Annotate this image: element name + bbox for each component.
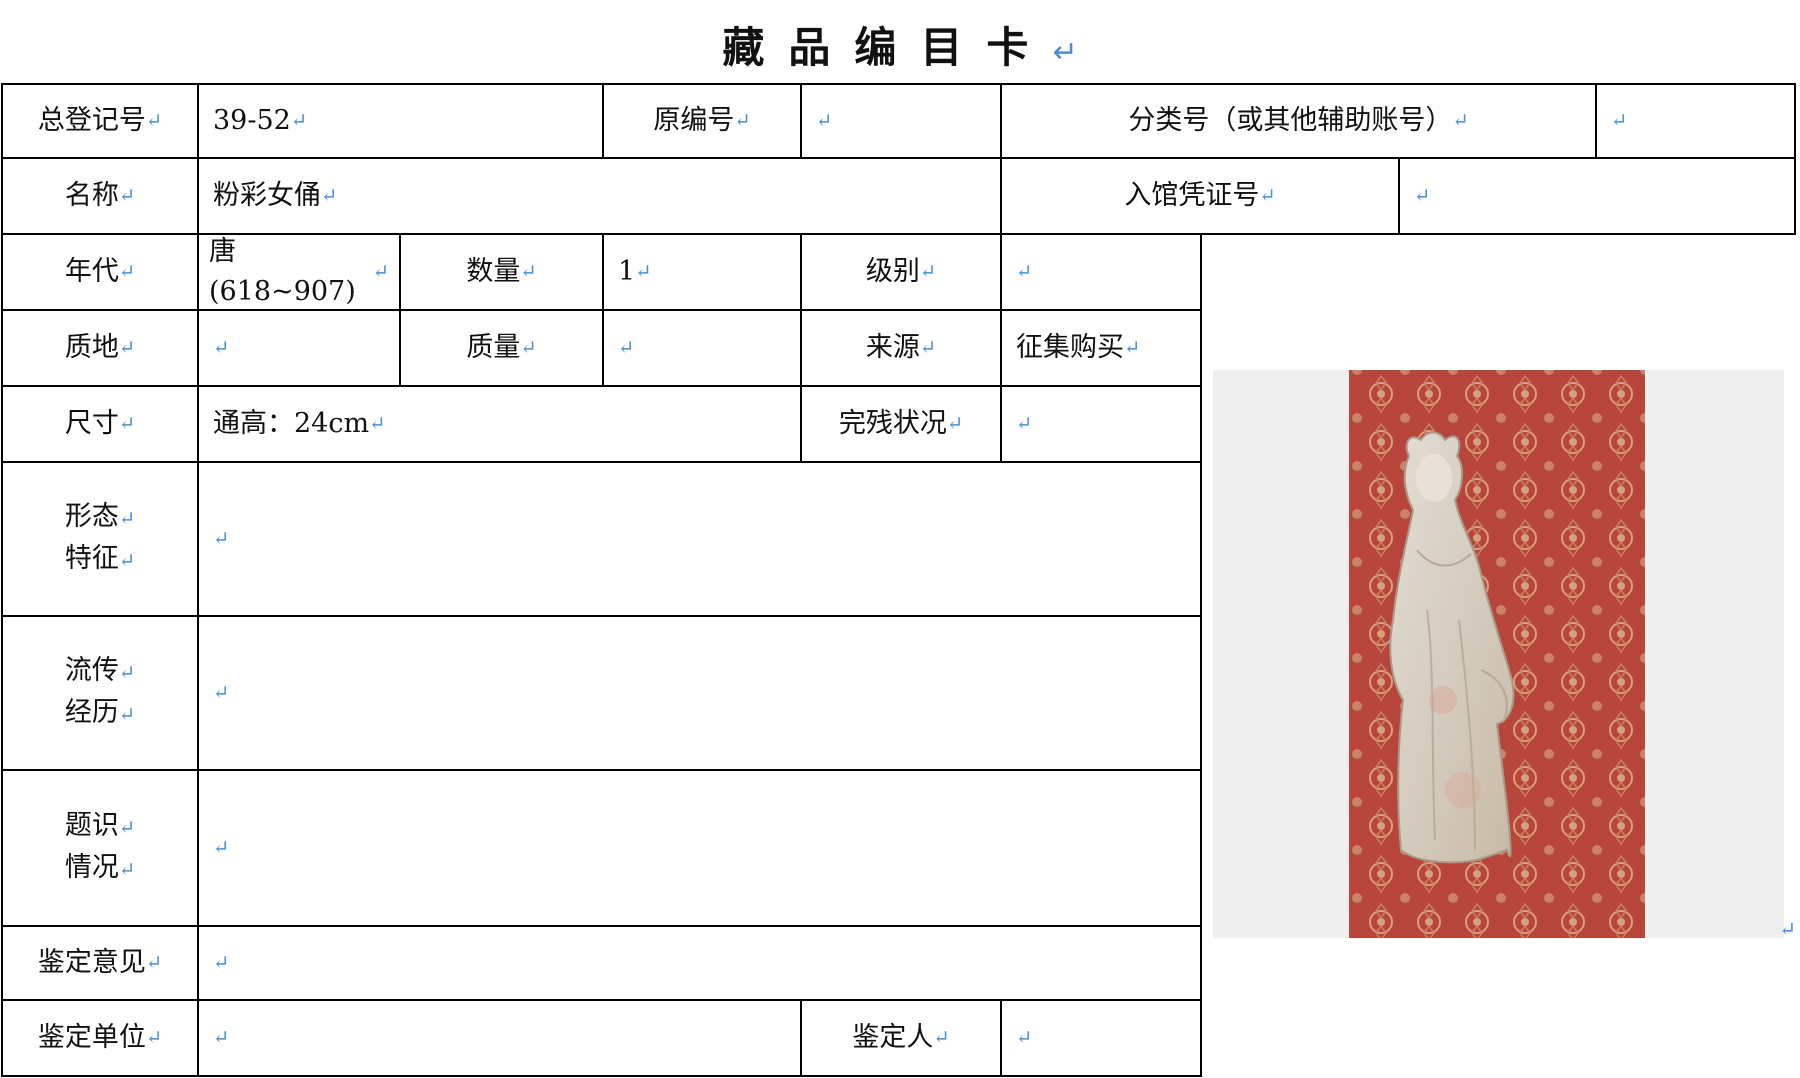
period-label: 年代 ↵ (1, 233, 199, 311)
registration-no-label: 总登记号 ↵ (1, 83, 199, 159)
paragraph-mark: ↵ (1779, 917, 1796, 941)
name-value[interactable]: 粉彩女俑 ↵ (197, 157, 1002, 235)
appraiser-value[interactable]: ↵ (1000, 999, 1202, 1077)
condition-label: 完残状况 ↵ (800, 385, 1002, 463)
provenance-label: 流传↵ 经历↵ (1, 615, 199, 771)
figurine-image (1349, 370, 1645, 938)
appraisal-unit-label: 鉴定单位 ↵ (1, 999, 199, 1077)
form-features-value[interactable]: ↵ (197, 461, 1202, 617)
name-label: 名称 ↵ (1, 157, 199, 235)
card-title: 藏品编目卡↵ (722, 23, 1078, 72)
original-no-label: 原编号 ↵ (602, 83, 802, 159)
inscriptions-value[interactable]: ↵ (197, 769, 1202, 927)
dimensions-label: 尺寸 ↵ (1, 385, 199, 463)
provenance-value[interactable]: ↵ (197, 615, 1202, 771)
artifact-photo (1213, 370, 1784, 938)
period-value[interactable]: 唐(618~907) ↵ (197, 233, 401, 311)
quantity-value[interactable]: 1 ↵ (602, 233, 802, 311)
mass-label: 质量 ↵ (399, 309, 604, 387)
dimensions-value[interactable]: 通高：24cm ↵ (197, 385, 802, 463)
material-value[interactable]: ↵ (197, 309, 401, 387)
appraisal-unit-value[interactable]: ↵ (197, 999, 802, 1077)
grade-value[interactable]: ↵ (1000, 233, 1202, 311)
form-features-label: 形态↵ 特征↵ (1, 461, 199, 617)
source-value[interactable]: 征集购买 ↵ (1000, 309, 1202, 387)
appraisal-opinion-label: 鉴定意见 ↵ (1, 925, 199, 1001)
grade-label: 级别 ↵ (800, 233, 1002, 311)
appraiser-label: 鉴定人 ↵ (800, 999, 1002, 1077)
quantity-label: 数量 ↵ (399, 233, 604, 311)
classification-no-value[interactable]: ↵ (1595, 83, 1796, 159)
registration-no-value[interactable]: 39-52 ↵ (197, 83, 604, 159)
material-label: 质地 ↵ (1, 309, 199, 387)
inscriptions-label: 题识↵ 情况↵ (1, 769, 199, 927)
mass-value[interactable]: ↵ (602, 309, 802, 387)
accession-voucher-value[interactable]: ↵ (1398, 157, 1796, 235)
condition-value[interactable]: ↵ (1000, 385, 1202, 463)
source-label: 来源 ↵ (800, 309, 1002, 387)
original-no-value[interactable]: ↵ (800, 83, 1002, 159)
accession-voucher-label: 入馆凭证号 ↵ (1000, 157, 1400, 235)
classification-no-label: 分类号（或其他辅助账号） ↵ (1000, 83, 1597, 159)
appraisal-opinion-value[interactable]: ↵ (197, 925, 1202, 1001)
